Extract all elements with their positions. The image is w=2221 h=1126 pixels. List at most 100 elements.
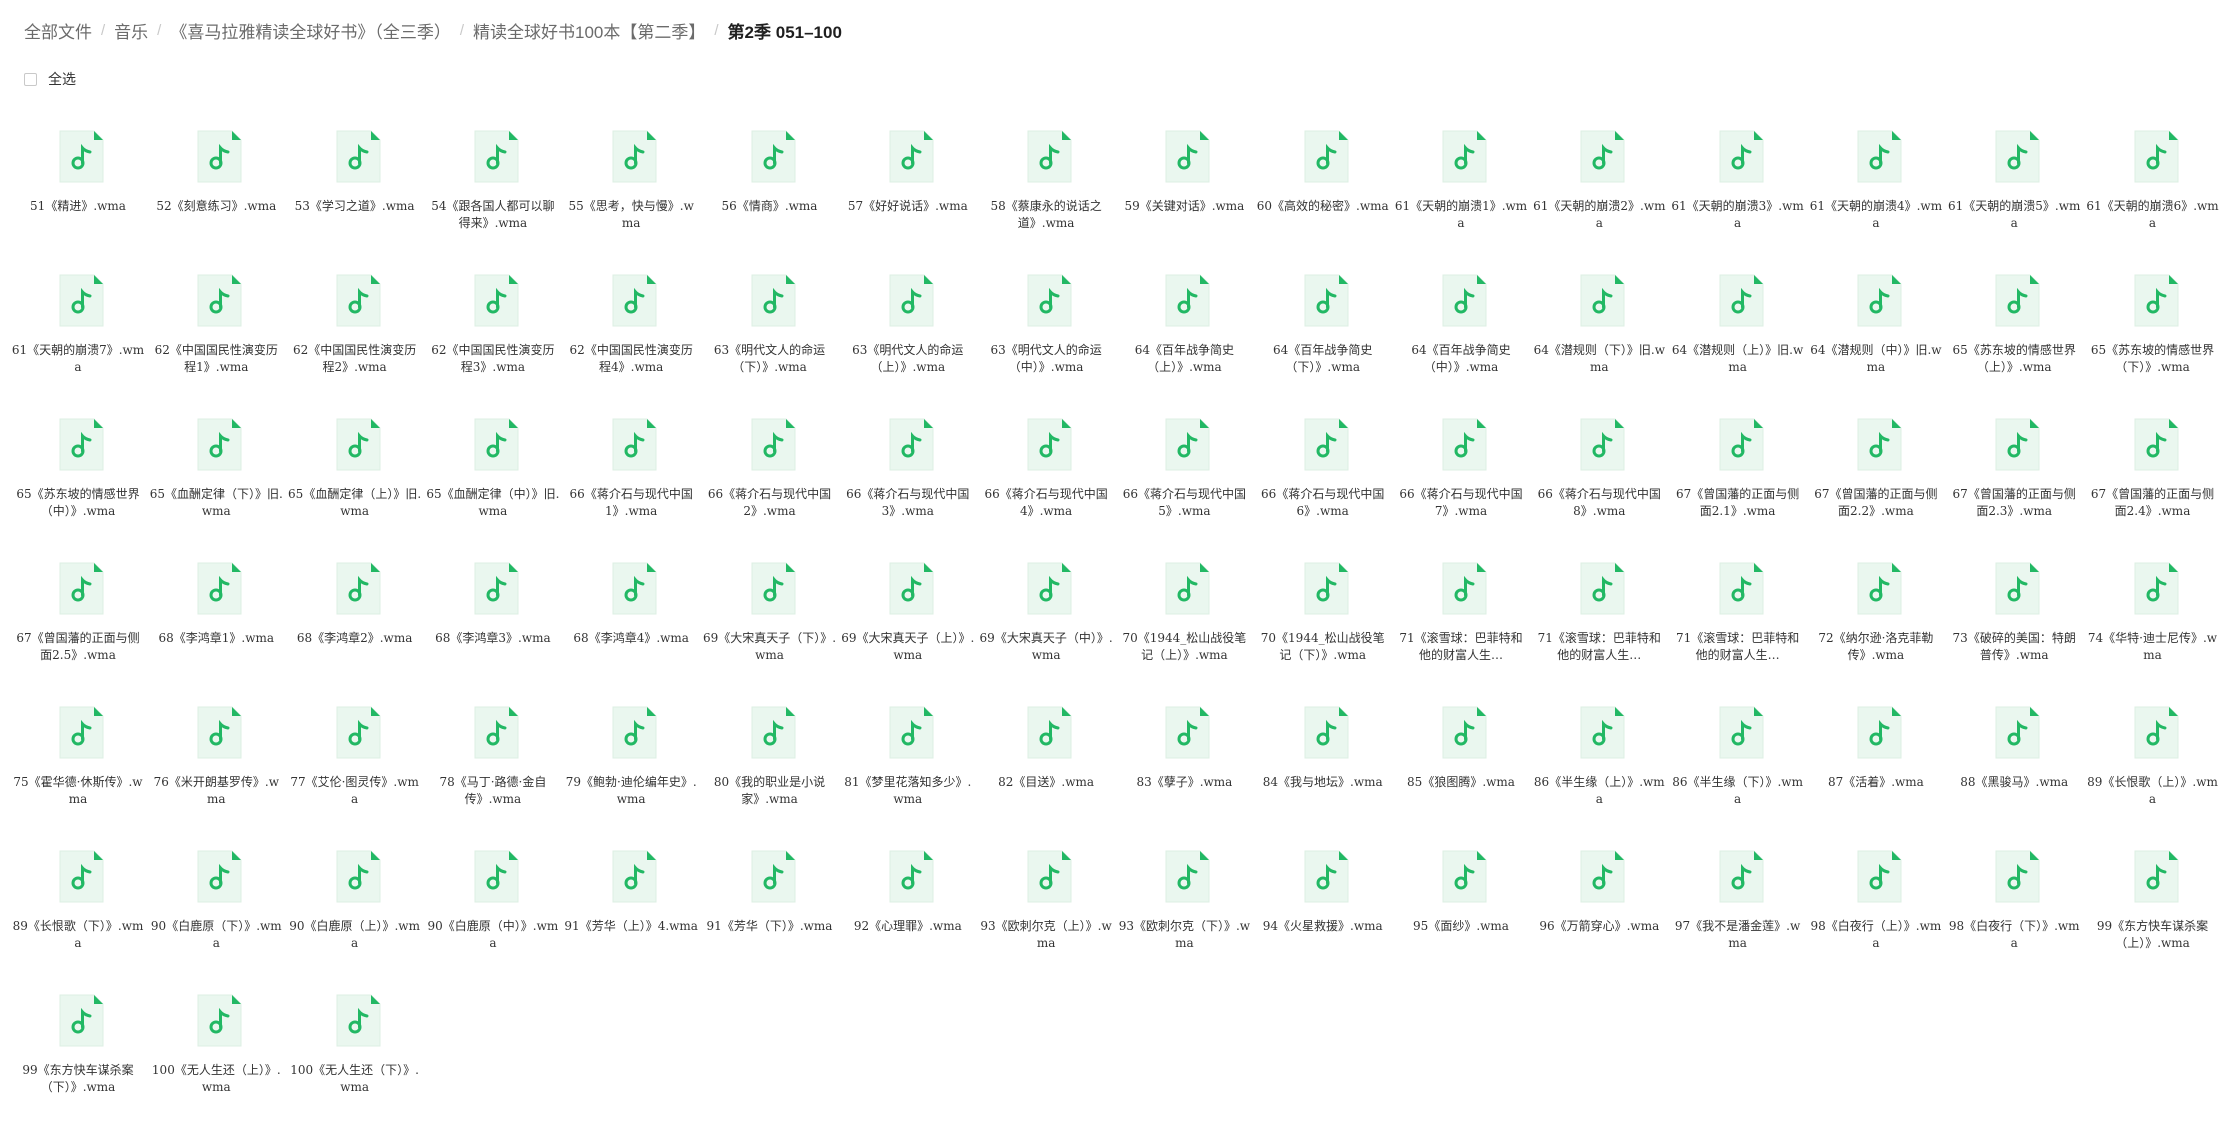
file-item[interactable]: 61《天朝的崩溃1》.wma	[1392, 118, 1530, 262]
breadcrumb-season-2[interactable]: 精读全球好书100本【第二季】	[473, 18, 705, 43]
file-item[interactable]: 61《天朝的崩溃4》.wma	[1807, 118, 1945, 262]
file-item[interactable]: 64《百年战争简史（下）》.wma	[1254, 262, 1392, 406]
file-item[interactable]: 78《马丁·路德·金自传》.wma	[424, 694, 562, 838]
file-item[interactable]: 58《蔡康永的说话之道》.wma	[977, 118, 1115, 262]
file-item[interactable]: 67《曾国藩的正面与侧面2.4》.wma	[2084, 406, 2221, 550]
file-item[interactable]: 63《明代文人的命运（中）》.wma	[977, 262, 1115, 406]
file-item[interactable]: 67《曾国藩的正面与侧面2.3》.wma	[1945, 406, 2083, 550]
file-item[interactable]: 99《东方快车谋杀案（上）》.wma	[2084, 838, 2221, 982]
file-item[interactable]: 61《天朝的崩溃7》.wma	[9, 262, 147, 406]
file-item[interactable]: 96《万箭穿心》.wma	[1530, 838, 1668, 982]
file-item[interactable]: 65《苏东坡的情感世界（上）》.wma	[1945, 262, 2083, 406]
file-item[interactable]: 56《情商》.wma	[701, 118, 839, 262]
file-item[interactable]: 63《明代文人的命运（上）》.wma	[839, 262, 977, 406]
file-item[interactable]: 64《百年战争简史（上）》.wma	[1115, 262, 1253, 406]
file-item[interactable]: 52《刻意练习》.wma	[147, 118, 285, 262]
file-item[interactable]: 79《鲍勃·迪伦编年史》.wma	[562, 694, 700, 838]
file-item[interactable]: 90《白鹿原（上）》.wma	[286, 838, 424, 982]
file-item[interactable]: 66《蒋介石与现代中国3》.wma	[839, 406, 977, 550]
file-item[interactable]: 85《狼图腾》.wma	[1392, 694, 1530, 838]
file-item[interactable]: 57《好好说话》.wma	[839, 118, 977, 262]
file-item[interactable]: 93《欧刺尔克（下）》.wma	[1115, 838, 1253, 982]
file-item[interactable]: 71《滚雪球：巴菲特和他的财富人生…	[1392, 550, 1530, 694]
file-item[interactable]: 65《苏东坡的情感世界（中）》.wma	[9, 406, 147, 550]
file-item[interactable]: 68《李鸿章3》.wma	[424, 550, 562, 694]
file-item[interactable]: 90《白鹿原（下）》.wma	[147, 838, 285, 982]
file-item[interactable]: 69《大宋真天子（中）》.wma	[977, 550, 1115, 694]
file-item[interactable]: 70《1944_松山战役笔记（下）》.wma	[1254, 550, 1392, 694]
file-item[interactable]: 71《滚雪球：巴菲特和他的财富人生…	[1669, 550, 1807, 694]
file-item[interactable]: 88《黑骏马》.wma	[1945, 694, 2083, 838]
breadcrumb-all-files[interactable]: 全部文件	[24, 18, 92, 43]
file-item[interactable]: 62《中国国民性演变历程4》.wma	[562, 262, 700, 406]
file-item[interactable]: 84《我与地坛》.wma	[1254, 694, 1392, 838]
file-item[interactable]: 70《1944_松山战役笔记（上）》.wma	[1115, 550, 1253, 694]
file-item[interactable]: 68《李鸿章2》.wma	[286, 550, 424, 694]
file-item[interactable]: 91《芳华（下）》.wma	[701, 838, 839, 982]
file-item[interactable]: 89《长恨歌（下）》.wma	[9, 838, 147, 982]
file-item[interactable]: 66《蒋介石与现代中国6》.wma	[1254, 406, 1392, 550]
file-item[interactable]: 68《李鸿章1》.wma	[147, 550, 285, 694]
file-item[interactable]: 64《潜规则（上）》旧.wma	[1669, 262, 1807, 406]
file-item[interactable]: 59《关键对话》.wma	[1115, 118, 1253, 262]
file-item[interactable]: 65《苏东坡的情感世界（下）》.wma	[2084, 262, 2221, 406]
file-item[interactable]: 89《长恨歌（上）》.wma	[2084, 694, 2221, 838]
file-item[interactable]: 100《无人生还（上）》.wma	[147, 982, 285, 1126]
file-item[interactable]: 53《学习之道》.wma	[286, 118, 424, 262]
file-item[interactable]: 80《我的职业是小说家》.wma	[701, 694, 839, 838]
file-item[interactable]: 61《天朝的崩溃2》.wma	[1530, 118, 1668, 262]
file-item[interactable]: 66《蒋介石与现代中国4》.wma	[977, 406, 1115, 550]
file-item[interactable]: 93《欧刺尔克（上）》.wma	[977, 838, 1115, 982]
file-item[interactable]: 61《天朝的崩溃3》.wma	[1669, 118, 1807, 262]
file-item[interactable]: 100《无人生还（下）》.wma	[286, 982, 424, 1126]
file-item[interactable]: 71《滚雪球：巴菲特和他的财富人生…	[1530, 550, 1668, 694]
file-item[interactable]: 62《中国国民性演变历程3》.wma	[424, 262, 562, 406]
file-item[interactable]: 67《曾国藩的正面与侧面2.5》.wma	[9, 550, 147, 694]
file-item[interactable]: 99《东方快车谋杀案（下）》.wma	[9, 982, 147, 1126]
file-item[interactable]: 98《白夜行（上）》.wma	[1807, 838, 1945, 982]
file-item[interactable]: 66《蒋介石与现代中国8》.wma	[1530, 406, 1668, 550]
select-all-checkbox[interactable]	[24, 73, 37, 86]
file-item[interactable]: 65《血酬定律（上）》旧.wma	[286, 406, 424, 550]
file-item[interactable]: 64《潜规则（中）》旧.wma	[1807, 262, 1945, 406]
file-item[interactable]: 64《百年战争简史（中）》.wma	[1392, 262, 1530, 406]
file-item[interactable]: 94《火星救援》.wma	[1254, 838, 1392, 982]
file-item[interactable]: 82《目送》.wma	[977, 694, 1115, 838]
file-item[interactable]: 66《蒋介石与现代中国5》.wma	[1115, 406, 1253, 550]
select-all[interactable]: 全选	[24, 68, 76, 90]
file-item[interactable]: 62《中国国民性演变历程1》.wma	[147, 262, 285, 406]
file-item[interactable]: 55《思考，快与慢》.wma	[562, 118, 700, 262]
file-item[interactable]: 66《蒋介石与现代中国2》.wma	[701, 406, 839, 550]
breadcrumb-music[interactable]: 音乐	[114, 18, 148, 43]
file-item[interactable]: 72《纳尔逊·洛克菲勒传》.wma	[1807, 550, 1945, 694]
file-item[interactable]: 65《血酬定律（下）》旧.wma	[147, 406, 285, 550]
file-item[interactable]: 81《梦里花落知多少》.wma	[839, 694, 977, 838]
file-item[interactable]: 62《中国国民性演变历程2》.wma	[286, 262, 424, 406]
file-item[interactable]: 66《蒋介石与现代中国1》.wma	[562, 406, 700, 550]
file-item[interactable]: 87《活着》.wma	[1807, 694, 1945, 838]
file-item[interactable]: 64《潜规则（下）》旧.wma	[1530, 262, 1668, 406]
file-item[interactable]: 91《芳华（上）》4.wma	[562, 838, 700, 982]
file-item[interactable]: 63《明代文人的命运（下）》.wma	[701, 262, 839, 406]
file-item[interactable]: 95《面纱》.wma	[1392, 838, 1530, 982]
file-item[interactable]: 86《半生缘（下）》.wma	[1669, 694, 1807, 838]
file-item[interactable]: 74《华特·迪士尼传》.wma	[2084, 550, 2221, 694]
file-item[interactable]: 73《破碎的美国：特朗普传》.wma	[1945, 550, 2083, 694]
file-item[interactable]: 98《白夜行（下）》.wma	[1945, 838, 2083, 982]
file-item[interactable]: 92《心理罪》.wma	[839, 838, 977, 982]
file-item[interactable]: 51《精进》.wma	[9, 118, 147, 262]
file-item[interactable]: 77《艾伦·图灵传》.wma	[286, 694, 424, 838]
file-item[interactable]: 67《曾国藩的正面与侧面2.1》.wma	[1669, 406, 1807, 550]
file-item[interactable]: 60《高效的秘密》.wma	[1254, 118, 1392, 262]
file-item[interactable]: 54《跟各国人都可以聊得来》.wma	[424, 118, 562, 262]
file-item[interactable]: 69《大宋真天子（上）》.wma	[839, 550, 977, 694]
file-item[interactable]: 61《天朝的崩溃6》.wma	[2084, 118, 2221, 262]
file-item[interactable]: 75《霍华德·休斯传》.wma	[9, 694, 147, 838]
file-item[interactable]: 69《大宋真天子（下）》.wma	[701, 550, 839, 694]
file-item[interactable]: 90《白鹿原（中）》.wma	[424, 838, 562, 982]
file-item[interactable]: 76《米开朗基罗传》.wma	[147, 694, 285, 838]
file-item[interactable]: 68《李鸿章4》.wma	[562, 550, 700, 694]
file-item[interactable]: 61《天朝的崩溃5》.wma	[1945, 118, 2083, 262]
file-item[interactable]: 65《血酬定律（中）》旧.wma	[424, 406, 562, 550]
file-item[interactable]: 97《我不是潘金莲》.wma	[1669, 838, 1807, 982]
